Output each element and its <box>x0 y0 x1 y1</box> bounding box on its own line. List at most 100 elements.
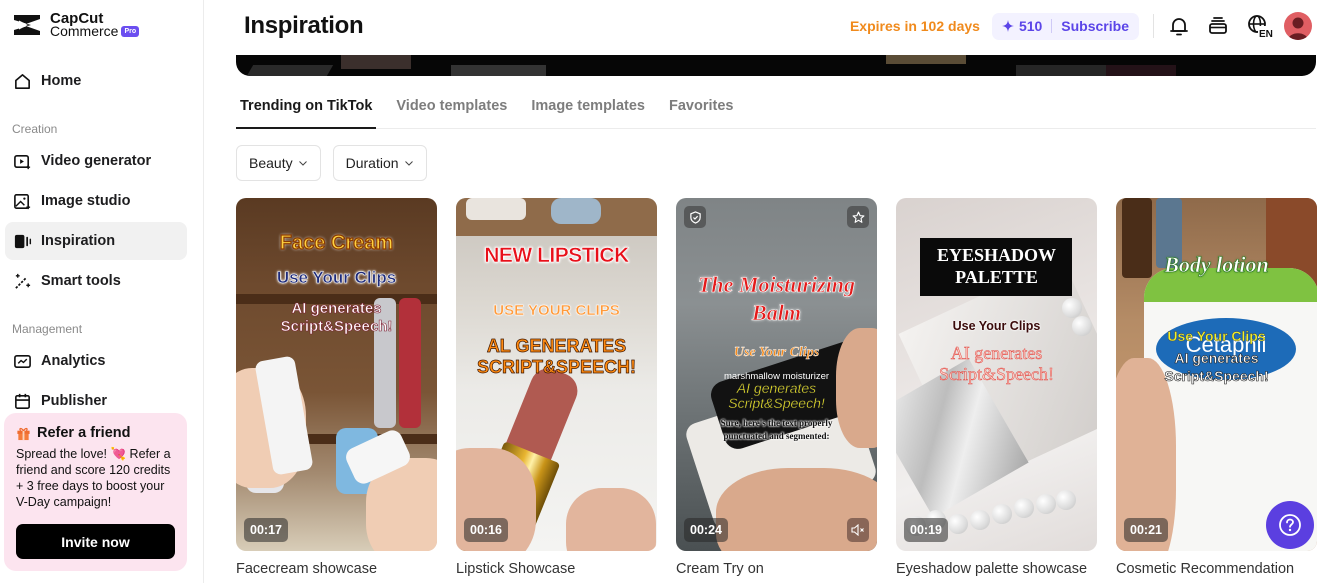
credits-count: 510 <box>1018 18 1043 34</box>
overlay-caption: Sure, here's the text properly <box>720 418 833 428</box>
sidebar-item-video-generator[interactable]: Video generator <box>5 142 187 180</box>
duration-filter-dropdown[interactable]: Duration <box>332 145 427 181</box>
overlay-subtitle: Use Your Clips <box>1167 328 1266 344</box>
overlay-title: Face Cream <box>279 231 394 254</box>
calendar-icon <box>15 393 30 409</box>
video-duration: 00:21 <box>1124 518 1168 542</box>
hero-banner[interactable] <box>236 55 1316 76</box>
overlay-subtitle: Use Your Clips <box>952 319 1041 333</box>
tab-favorites[interactable]: Favorites <box>665 90 737 128</box>
muted-speaker-icon <box>851 524 864 536</box>
wallet-icon[interactable] <box>1207 15 1229 37</box>
video-thumbnail[interactable]: Face Cream Use Your Clips AI generates S… <box>236 198 437 551</box>
video-thumbnail[interactable]: Cetaphil Body lotion Use Your Clips AI g… <box>1116 198 1317 551</box>
overlay-line: AI generates <box>291 300 382 318</box>
sidebar-item-label: Analytics <box>41 353 106 369</box>
sidebar-item-analytics[interactable]: Analytics <box>5 342 187 380</box>
overlay-line: AI generates <box>736 380 817 396</box>
section-label-management: Management <box>12 322 83 336</box>
video-duration: 00:16 <box>464 518 508 542</box>
overlay-title: NEW LIPSTICK <box>484 244 630 268</box>
favorite-button[interactable] <box>847 206 869 228</box>
sidebar-item-inspiration[interactable]: Inspiration <box>5 222 187 260</box>
brand-product: Commerce <box>50 23 119 39</box>
magic-wand-icon <box>15 273 31 289</box>
chevron-down-icon <box>404 161 413 166</box>
invite-now-button[interactable]: Invite now <box>16 524 175 559</box>
video-duration: 00:24 <box>684 518 728 542</box>
pro-badge: Pro <box>121 26 140 37</box>
overlay-title: Balm <box>752 300 802 326</box>
star-icon <box>852 211 864 223</box>
mute-toggle-button[interactable] <box>847 518 869 542</box>
language-code: EN <box>1259 29 1273 38</box>
video-thumbnail[interactable]: NEW LIPSTICK USE YOUR CLIPS AL GENERATES… <box>456 198 657 551</box>
overlay-line: AI generates <box>1174 350 1259 367</box>
video-duration: 00:19 <box>904 518 948 542</box>
sidebar-item-image-studio[interactable]: Image studio <box>5 182 187 220</box>
card-title: Facecream showcase <box>236 561 378 577</box>
subscription-expiry: Expires in 102 days <box>849 18 980 34</box>
refer-title: Refer a friend <box>37 425 131 441</box>
card-title: Lipstick Showcase <box>456 561 576 577</box>
tab-image-templates[interactable]: Image templates <box>527 90 649 128</box>
category-filter-dropdown[interactable]: Beauty <box>236 145 321 181</box>
inspiration-tabs: Trending on TikTok Video templates Image… <box>236 90 1316 129</box>
sidebar-item-label: Home <box>41 73 82 89</box>
video-generator-icon <box>14 154 31 169</box>
sidebar-item-label: Image studio <box>41 193 131 209</box>
overlay-line: SCRIPT&SPEECH! <box>476 357 637 378</box>
image-studio-icon <box>14 193 31 209</box>
sidebar-item-label: Video generator <box>41 153 152 169</box>
credits-subscribe-pill[interactable]: 510 Subscribe <box>991 12 1139 40</box>
card-title: Cosmetic Recommendation <box>1116 561 1295 577</box>
template-card[interactable]: EYESHADOW PALETTE Use Your Clips AI gene… <box>896 198 1097 577</box>
overlay-line: Script&Speech! <box>728 395 825 411</box>
chevron-down-icon <box>298 161 307 166</box>
overlay-line: AL GENERATES <box>486 336 627 357</box>
verified-badge-button[interactable] <box>684 206 706 228</box>
analytics-icon <box>14 354 31 368</box>
card-title: Cream Try on <box>676 561 764 577</box>
help-button[interactable] <box>1266 501 1314 549</box>
shield-check-icon <box>689 210 701 224</box>
card-title: Eyeshadow palette showcase <box>896 561 1088 577</box>
video-thumbnail[interactable]: The Moisturizing Balm Use Your Clips mar… <box>676 198 877 551</box>
video-thumbnail[interactable]: EYESHADOW PALETTE Use Your Clips AI gene… <box>896 198 1097 551</box>
overlay-title: The Moisturizing <box>697 272 856 298</box>
section-label-creation: Creation <box>12 122 58 136</box>
bell-icon[interactable] <box>1168 15 1190 37</box>
sparkle-icon <box>1001 20 1014 32</box>
user-avatar[interactable] <box>1284 12 1312 40</box>
overlay-line: Script&Speech! <box>939 364 1054 385</box>
overlay-subtitle: Use Your Clips <box>733 345 820 360</box>
tab-trending-on-tiktok[interactable]: Trending on TikTok <box>236 90 377 129</box>
pill-divider <box>1051 19 1053 33</box>
inspiration-icon <box>14 234 32 248</box>
capcut-commerce-logo[interactable]: CapCut Commerce Pro <box>12 11 140 39</box>
template-card[interactable]: Face Cream Use Your Clips AI generates S… <box>236 198 437 577</box>
sidebar: CapCut Commerce Pro Home Creation Video … <box>0 0 204 583</box>
filter-bar: Beauty Duration <box>236 145 427 181</box>
avatar-icon <box>1288 17 1308 40</box>
sidebar-item-label: Smart tools <box>41 273 121 289</box>
tab-video-templates[interactable]: Video templates <box>392 90 511 128</box>
overlay-subtitle: USE YOUR CLIPS <box>493 302 620 319</box>
overlay-subtitle: Use Your Clips <box>276 268 397 288</box>
template-card[interactable]: The Moisturizing Balm Use Your Clips mar… <box>676 198 877 577</box>
sidebar-item-home[interactable]: Home <box>5 62 187 100</box>
subscribe-link[interactable]: Subscribe <box>1061 18 1129 34</box>
template-card[interactable]: NEW LIPSTICK USE YOUR CLIPS AL GENERATES… <box>456 198 657 577</box>
app-root: CapCut Commerce Pro Home Creation Video … <box>0 0 1320 583</box>
language-globe-icon[interactable]: EN <box>1246 14 1274 38</box>
overlay-line: Script&Speech! <box>280 318 393 336</box>
overlay-caption: punctuated and segmented: <box>723 431 830 441</box>
video-duration: 00:17 <box>244 518 288 542</box>
header-divider <box>1153 14 1154 38</box>
overlay-title: Body lotion <box>1164 252 1269 278</box>
overlay-title: EYESHADOW <box>936 245 1057 265</box>
overlay-line: AI generates <box>950 343 1043 364</box>
refer-description: Spread the love! 💘 Refer a friend and sc… <box>16 447 171 509</box>
page-title: Inspiration <box>244 12 364 39</box>
sidebar-item-smart-tools[interactable]: Smart tools <box>5 262 187 300</box>
